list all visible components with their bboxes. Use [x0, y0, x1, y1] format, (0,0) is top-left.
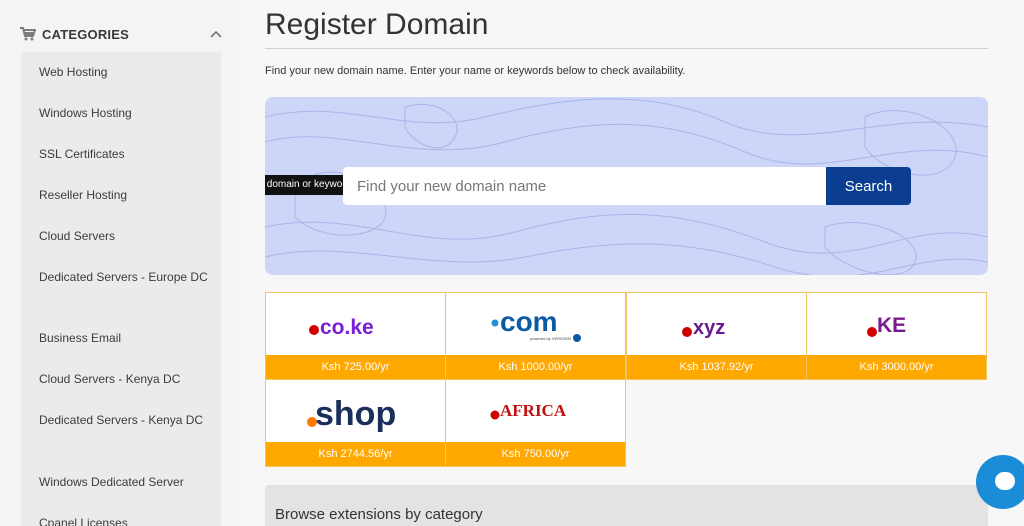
browse-extensions-section: Browse extensions by category [265, 485, 988, 526]
sidebar: CATEGORIES Web Hosting Windows Hosting S… [0, 0, 240, 526]
tld-price: Ksh 750.00/yr [446, 442, 625, 466]
categories-title: CATEGORIES [42, 26, 129, 42]
sidebar-item-cpanel-licenses[interactable]: Cpanel Licenses [39, 513, 209, 526]
category-menu: Web Hosting Windows Hosting SSL Certific… [21, 52, 221, 526]
tld-logo-text: co.ke [320, 316, 374, 339]
tld-price: Ksh 725.00/yr [266, 355, 445, 379]
domain-search-panel: Enter a domain or keyword Search [265, 97, 988, 275]
page-title: Register Domain [265, 8, 489, 41]
sidebar-item-windows-hosting[interactable]: Windows Hosting [39, 103, 209, 123]
tld-logo-com: com powered by VERISIGN [446, 293, 625, 357]
tld-logo-shop: shop [266, 380, 445, 444]
sidebar-item-ssl-certificates[interactable]: SSL Certificates [39, 144, 209, 164]
tld-logo-ke: KE [807, 293, 986, 357]
tld-card-co-ke[interactable]: co.ke Ksh 725.00/yr [265, 292, 446, 380]
main-content: Register Domain Find your new domain nam… [240, 0, 1024, 526]
sidebar-item-cloud-servers[interactable]: Cloud Servers [39, 226, 209, 246]
tld-logo-text: AFRICA [500, 401, 567, 420]
sidebar-item-business-email[interactable]: Business Email [39, 328, 209, 348]
sidebar-item-windows-dedicated[interactable]: Windows Dedicated Server [39, 472, 209, 492]
sidebar-item-dedicated-europe[interactable]: Dedicated Servers - Europe DC [39, 267, 209, 287]
sidebar-item-web-hosting[interactable]: Web Hosting [39, 62, 209, 82]
tld-logo-text: com [500, 307, 558, 337]
sidebar-item-dedicated-kenya[interactable]: Dedicated Servers - Kenya DC [39, 410, 209, 430]
sidebar-item-reseller-hosting[interactable]: Reseller Hosting [39, 185, 209, 205]
tld-logo-co-ke: co.ke [266, 293, 445, 357]
tld-logo-xyz: xyz [627, 293, 806, 357]
tld-price: Ksh 1037.92/yr [627, 355, 806, 379]
tld-card-shop[interactable]: shop Ksh 2744.56/yr [265, 379, 446, 467]
tld-card-africa[interactable]: AFRICA Ksh 750.00/yr [445, 379, 626, 467]
tld-price: Ksh 3000.00/yr [807, 355, 986, 379]
chat-button[interactable] [976, 455, 1024, 509]
tld-price: Ksh 2744.56/yr [266, 442, 445, 466]
page-description: Find your new domain name. Enter your na… [265, 65, 686, 77]
tld-logo-subtext: powered by VERISIGN [530, 336, 571, 341]
tld-price: Ksh 1000.00/yr [446, 355, 625, 379]
cart-icon [20, 27, 36, 41]
categories-header[interactable]: CATEGORIES [20, 24, 225, 44]
title-divider [265, 48, 988, 49]
chevron-up-icon[interactable] [209, 27, 223, 41]
tld-logo-text: KE [877, 314, 906, 337]
tld-card-ke[interactable]: KE Ksh 3000.00/yr [806, 292, 987, 380]
chat-icon [995, 472, 1015, 490]
sidebar-item-cloud-kenya[interactable]: Cloud Servers - Kenya DC [39, 369, 209, 389]
search-button[interactable]: Search [826, 167, 911, 205]
tld-card-xyz[interactable]: xyz Ksh 1037.92/yr [626, 292, 807, 380]
tld-logo-text: shop [315, 395, 396, 432]
tld-logo-africa: AFRICA [446, 380, 625, 444]
browse-extensions-title: Browse extensions by category [275, 506, 483, 523]
tld-card-com[interactable]: com powered by VERISIGN Ksh 1000.00/yr [445, 292, 626, 380]
tld-logo-text: xyz [693, 317, 725, 339]
domain-search-input[interactable] [343, 167, 826, 205]
